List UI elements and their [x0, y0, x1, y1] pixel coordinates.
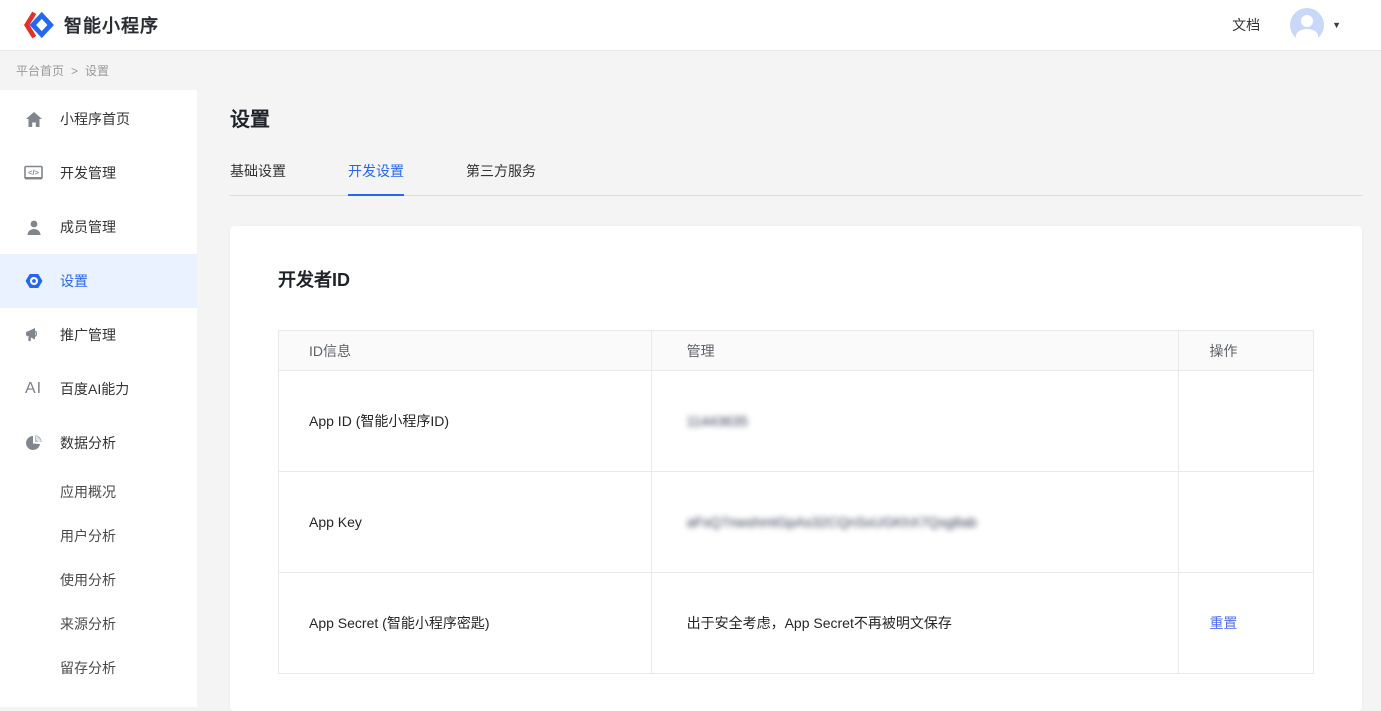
- tab-basic-settings[interactable]: 基础设置: [230, 161, 286, 195]
- sidebar-item-label: 开发管理: [60, 163, 116, 183]
- pie-chart-icon: [24, 434, 43, 452]
- sidebar-subitem-user-analysis[interactable]: 用户分析: [0, 514, 197, 558]
- table-row: App ID (智能小程序ID) 11443635: [279, 371, 1314, 472]
- sidebar-item-label: 小程序首页: [60, 109, 130, 129]
- megaphone-icon: [24, 326, 43, 344]
- app-key-label: App Key: [279, 472, 652, 573]
- sidebar-item-member-management[interactable]: 成员管理: [0, 200, 197, 254]
- sidebar-item-home[interactable]: 小程序首页: [0, 92, 197, 146]
- sidebar-item-baidu-ai[interactable]: AI 百度AI能力: [0, 362, 197, 416]
- sidebar-item-label: 设置: [60, 271, 88, 291]
- table-header-row: ID信息 管理 操作: [279, 331, 1314, 371]
- sidebar-item-label: 推广管理: [60, 325, 116, 345]
- brand-title: 智能小程序: [64, 12, 159, 38]
- brand-logo[interactable]: 智能小程序: [22, 10, 159, 40]
- sidebar-item-label: 成员管理: [60, 217, 116, 237]
- home-icon: [24, 110, 43, 128]
- app-secret-note: 出于安全考虑，App Secret不再被明文保存: [651, 573, 1179, 674]
- member-icon: [24, 218, 43, 236]
- sidebar-subitem-label: 用户分析: [60, 526, 116, 546]
- column-header-management: 管理: [651, 331, 1179, 371]
- app-id-label: App ID (智能小程序ID): [279, 371, 652, 472]
- avatar-head-shape: [1301, 15, 1313, 27]
- svg-text:</>: </>: [28, 168, 39, 177]
- brand-logo-icon: [22, 10, 54, 40]
- page-title: 设置: [230, 103, 1362, 132]
- breadcrumb: 平台首页 > 设置: [0, 51, 1381, 90]
- app-id-action-cell: [1179, 371, 1314, 472]
- sidebar-subitem-label: 来源分析: [60, 614, 116, 634]
- avatar-body-shape: [1296, 29, 1318, 42]
- breadcrumb-platform-home[interactable]: 平台首页: [16, 62, 64, 79]
- user-avatar[interactable]: [1290, 8, 1324, 42]
- code-icon: </>: [24, 164, 43, 182]
- breadcrumb-separator: >: [71, 64, 78, 78]
- sidebar-subitem-retention-analysis[interactable]: 留存分析: [0, 646, 197, 690]
- developer-id-table: ID信息 管理 操作 App ID (智能小程序ID) 11443635 App…: [278, 330, 1314, 674]
- reset-app-secret-button[interactable]: 重置: [1209, 615, 1237, 631]
- sidebar-subitem-app-overview[interactable]: 应用概况: [0, 470, 197, 514]
- sidebar-subitem-label: 留存分析: [60, 658, 116, 678]
- app-key-value: aFsQ7nwshmtGpAs32CQnSxUGKhX7Qsg8ab: [687, 514, 977, 530]
- app-id-value: 11443635: [687, 413, 748, 429]
- developer-id-card: 开发者ID ID信息 管理 操作 App ID (智能小程序ID) 114436…: [230, 226, 1362, 711]
- table-row: App Key aFsQ7nwshmtGpAs32CQnSxUGKhX7Qsg8…: [279, 472, 1314, 573]
- breadcrumb-settings[interactable]: 设置: [85, 62, 109, 79]
- sidebar-subitem-label: 使用分析: [60, 570, 116, 590]
- settings-tabs: 基础设置 开发设置 第三方服务: [230, 161, 1362, 196]
- sidebar-subitem-label: 应用概况: [60, 482, 116, 502]
- sidebar-item-promotion[interactable]: 推广管理: [0, 308, 197, 362]
- sidebar-item-label: 百度AI能力: [60, 379, 129, 399]
- gear-icon: [24, 272, 43, 290]
- ai-icon: AI: [24, 380, 43, 398]
- card-title: 开发者ID: [278, 266, 1314, 292]
- doc-link[interactable]: 文档: [1232, 15, 1260, 35]
- main-content: 设置 基础设置 开发设置 第三方服务 开发者ID ID信息 管理 操作 App …: [197, 103, 1381, 711]
- sidebar: 小程序首页 </> 开发管理 成员管理 设置: [0, 90, 197, 707]
- column-header-actions: 操作: [1179, 331, 1314, 371]
- top-bar: 智能小程序 文档 ▼: [0, 0, 1381, 51]
- sidebar-subitem-source-analysis[interactable]: 来源分析: [0, 602, 197, 646]
- table-row: App Secret (智能小程序密匙) 出于安全考虑，App Secret不再…: [279, 573, 1314, 674]
- sidebar-subitem-usage-analysis[interactable]: 使用分析: [0, 558, 197, 602]
- sidebar-item-label: 数据分析: [60, 433, 116, 453]
- app-key-action-cell: [1179, 472, 1314, 573]
- app-secret-label: App Secret (智能小程序密匙): [279, 573, 652, 674]
- sidebar-item-data-analysis[interactable]: 数据分析: [0, 416, 197, 470]
- chevron-down-icon[interactable]: ▼: [1332, 20, 1341, 30]
- sidebar-item-settings[interactable]: 设置: [0, 254, 197, 308]
- column-header-id-info: ID信息: [279, 331, 652, 371]
- tab-third-party-services[interactable]: 第三方服务: [466, 161, 536, 195]
- user-menu[interactable]: ▼: [1290, 8, 1341, 42]
- sidebar-item-dev-management[interactable]: </> 开发管理: [0, 146, 197, 200]
- tab-dev-settings[interactable]: 开发设置: [348, 161, 404, 196]
